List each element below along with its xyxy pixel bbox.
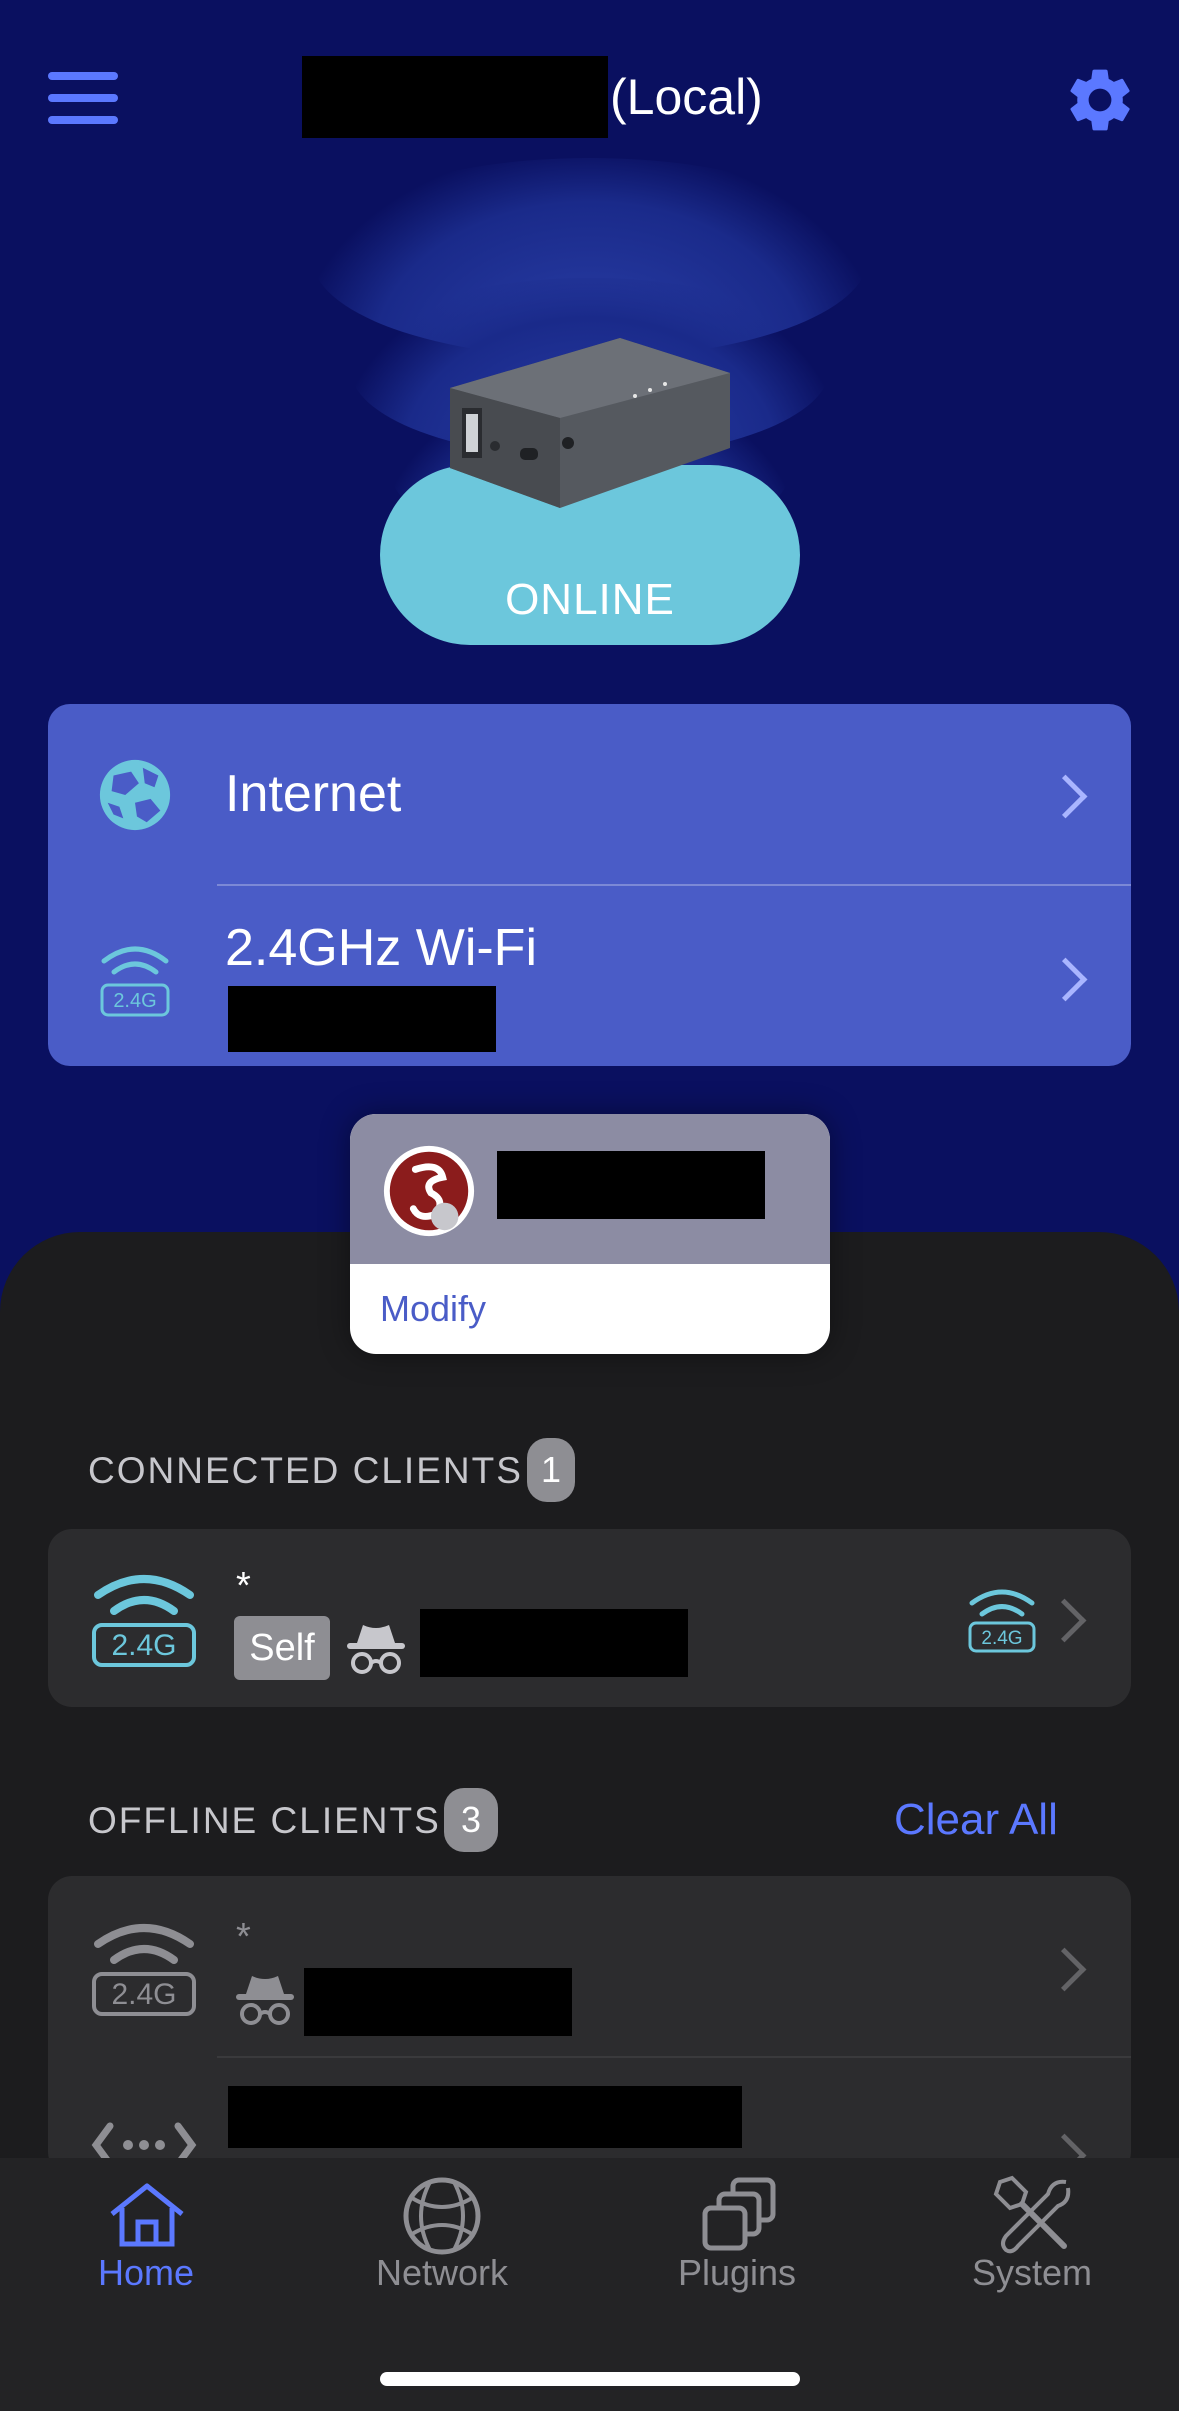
offline-band-label: 2.4G	[111, 1978, 176, 2011]
incognito-icon	[236, 1976, 294, 2025]
wifi-24g-icon: 2.4G	[100, 946, 170, 1017]
wifi-ssid-redacted	[228, 986, 496, 1052]
gear-icon[interactable]	[1062, 62, 1138, 138]
menu-icon[interactable]	[48, 72, 118, 128]
tab-home-label: Home	[97, 2252, 195, 2293]
globe-icon	[99, 759, 171, 831]
internet-row[interactable]: Internet	[48, 704, 1131, 884]
wifi-label: 2.4GHz Wi-Fi	[225, 919, 537, 977]
chevron-right-icon	[1043, 957, 1088, 1002]
tab-network-label: Network	[375, 2252, 509, 2293]
wifi-24g-icon: 2.4G	[968, 1589, 1036, 1653]
home-icon	[110, 2183, 184, 2247]
home-indicator	[380, 2372, 800, 2386]
offline-client-mac-redacted	[304, 1968, 572, 2036]
client-band-label: 2.4G	[111, 1629, 176, 1662]
client-mac-redacted	[420, 1609, 688, 1677]
globe-icon	[403, 2177, 481, 2255]
wifi-24g-icon: 2.4G	[92, 1575, 196, 1667]
plugins-icon	[702, 2177, 776, 2251]
wifi-24g-icon: 2.4G	[92, 1924, 196, 2016]
vpn-name-redacted	[497, 1151, 765, 1219]
offline-client-name: *	[236, 1916, 251, 1958]
wireguard-icon	[383, 1145, 475, 1237]
vpn-popup[interactable]: Modify	[350, 1114, 830, 1354]
device-name-redacted	[302, 56, 608, 138]
offline-count-badge: 3	[444, 1788, 498, 1852]
self-badge: Self	[234, 1616, 330, 1680]
connected-count-badge: 1	[527, 1438, 575, 1502]
chevron-right-icon	[1043, 774, 1088, 819]
modify-button[interactable]: Modify	[380, 1288, 486, 1330]
connected-clients-title: CONNECTED CLIENTS	[88, 1450, 523, 1491]
tools-icon	[993, 2175, 1071, 2254]
offline-clients-title: OFFLINE CLIENTS	[88, 1800, 441, 1841]
offline-client-name-redacted	[228, 2086, 742, 2148]
internet-label: Internet	[225, 765, 402, 823]
chevron-right-icon	[1042, 1598, 1087, 1643]
tab-plugins-label: Plugins	[677, 2252, 797, 2293]
vpn-popup-header	[350, 1114, 830, 1264]
chevron-right-icon	[1042, 1947, 1087, 1992]
client-band-small-label: 2.4G	[981, 1628, 1022, 1649]
client-name: *	[236, 1565, 251, 1607]
connected-client-card[interactable]: 2.4G * Self 2.4G	[48, 1529, 1131, 1707]
wifi-24-row[interactable]: 2.4G 2.4GHz Wi-Fi	[48, 886, 1131, 1066]
device-local-label: (Local)	[610, 69, 763, 125]
router-icon	[450, 338, 730, 508]
incognito-icon	[347, 1625, 405, 1674]
offline-client-row[interactable]: 2.4G *	[48, 1876, 1131, 2056]
online-status: ONLINE	[505, 575, 675, 624]
tab-system-label: System	[971, 2252, 1093, 2293]
clear-all-button[interactable]: Clear All	[894, 1795, 1058, 1845]
wifi-band-label: 2.4G	[113, 990, 156, 1012]
